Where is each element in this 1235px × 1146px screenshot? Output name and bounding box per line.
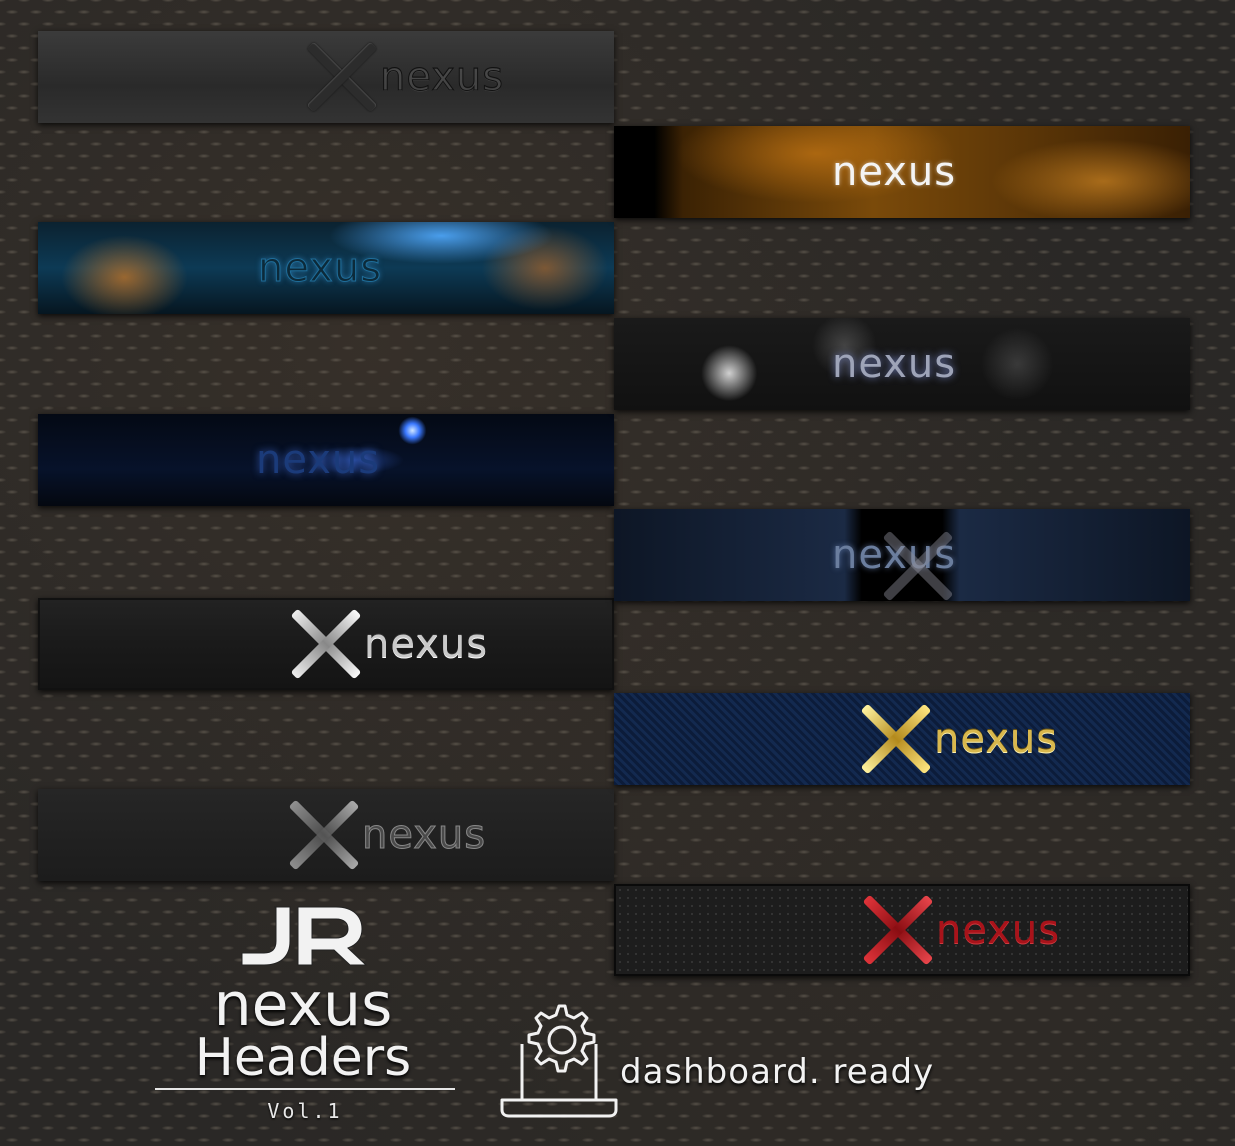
x-icon: [882, 530, 954, 601]
volume-label: Vol.1: [267, 1099, 343, 1123]
banner-text: nexus: [256, 437, 381, 483]
nexus-logo: nexus: [257, 245, 383, 291]
banner-text: nexus: [361, 812, 487, 858]
brand-subtitle: Headers: [194, 1028, 412, 1088]
x-icon: [306, 41, 378, 113]
dashboard-ready-label: dashboard. ready: [620, 1052, 935, 1092]
header-banner-red-mesh: nexus: [614, 884, 1190, 976]
brand-title: nexus: [213, 970, 393, 1040]
header-banner-gold-carbon: nexus: [614, 693, 1190, 785]
nexus-logo: nexus: [832, 152, 956, 192]
nexus-logo: nexus: [256, 440, 380, 480]
nexus-logo: nexus: [860, 703, 1058, 775]
nexus-logo: nexus: [306, 41, 504, 113]
nexus-logo: nexus: [832, 535, 956, 575]
x-icon: [290, 608, 362, 680]
banner-text: nexus: [934, 716, 1059, 762]
header-banner-dark-chrome: nexus: [38, 789, 614, 881]
banner-text: nexus: [936, 907, 1061, 953]
nexus-logo: nexus: [832, 344, 956, 384]
laptop-gear-icon: [500, 1004, 618, 1118]
banner-text: nexus: [832, 341, 957, 387]
banner-text: nexus: [257, 245, 383, 291]
divider: [155, 1088, 455, 1090]
header-banner-chrome: nexus: [38, 598, 614, 690]
header-banner-bokeh: nexus: [614, 318, 1190, 410]
x-icon: [862, 894, 934, 966]
header-banner-gray-stone: nexus: [38, 31, 614, 123]
nexus-logo: nexus: [288, 799, 486, 871]
x-icon: [288, 799, 360, 871]
header-banner-orange-abstract: nexus: [614, 126, 1190, 218]
header-banner-blue-flare: nexus: [38, 222, 614, 314]
nexus-logo: nexus: [290, 608, 488, 680]
header-banner-corridor: nexus: [614, 509, 1190, 601]
jr-monogram-logo: [241, 906, 368, 966]
banner-text: nexus: [379, 54, 505, 100]
banner-text: nexus: [832, 149, 957, 195]
nexus-logo: nexus: [862, 894, 1060, 966]
header-banner-space: nexus: [38, 414, 614, 506]
x-icon: [860, 703, 932, 775]
banner-text: nexus: [364, 621, 489, 667]
